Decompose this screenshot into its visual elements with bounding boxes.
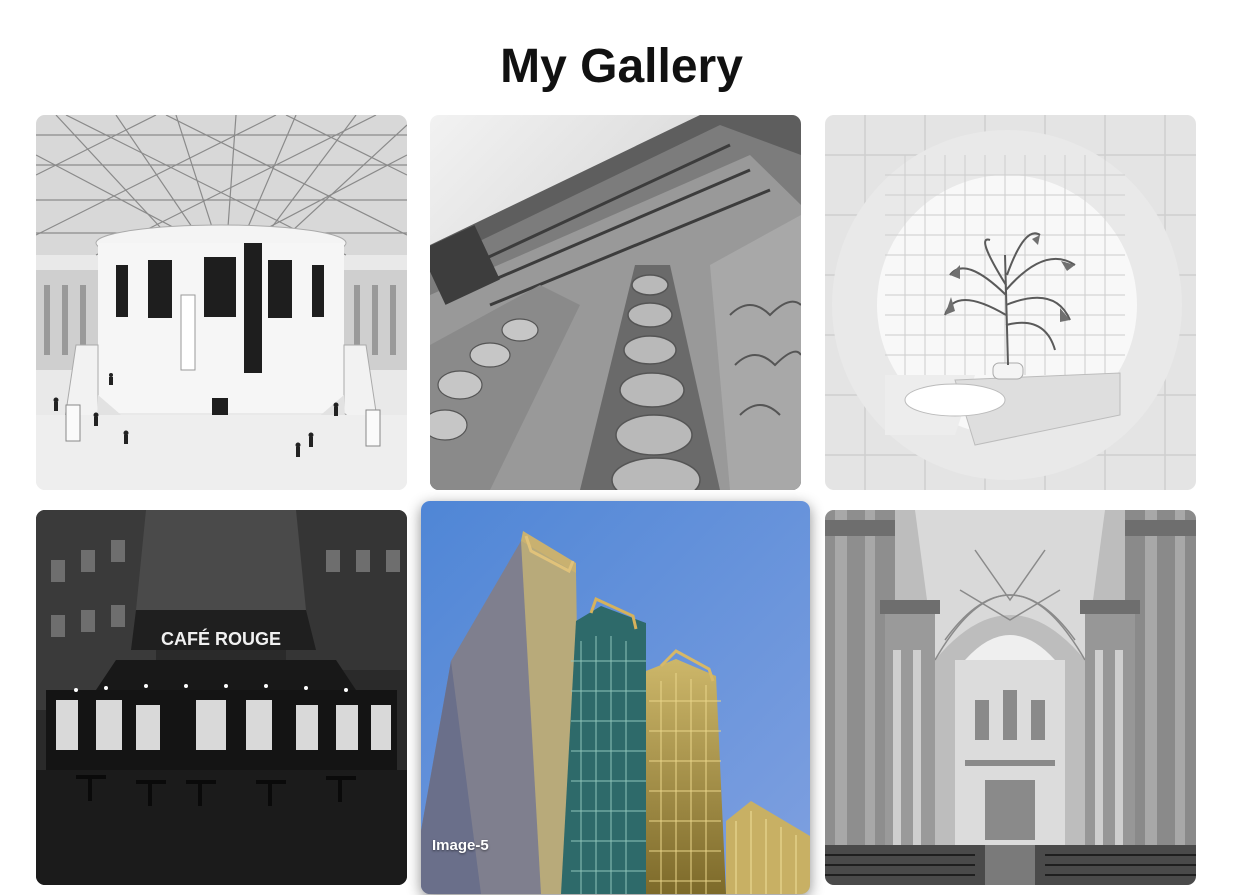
- page-title: My Gallery: [500, 40, 743, 93]
- gallery-image-1[interactable]: [36, 115, 407, 490]
- cafe-photo-icon: CAFÉ ROUGE: [36, 510, 407, 885]
- image-caption: Image-5: [432, 837, 489, 854]
- cafe-sign: CAFÉ ROUGE: [161, 628, 281, 649]
- gallery-image-4[interactable]: CAFÉ ROUGE: [36, 510, 407, 885]
- gallery-image-2[interactable]: [430, 115, 801, 490]
- gallery-image-6[interactable]: [825, 510, 1196, 885]
- atrium-photo-icon: [36, 115, 407, 490]
- gallery-image-3[interactable]: [825, 115, 1196, 490]
- cathedral-photo-icon: [825, 510, 1196, 885]
- skyscraper-photo-icon: [421, 501, 810, 894]
- plant-room-photo-icon: [825, 115, 1196, 490]
- gallery-image-5[interactable]: Image-5: [421, 501, 810, 894]
- facade-photo-icon: [430, 115, 801, 490]
